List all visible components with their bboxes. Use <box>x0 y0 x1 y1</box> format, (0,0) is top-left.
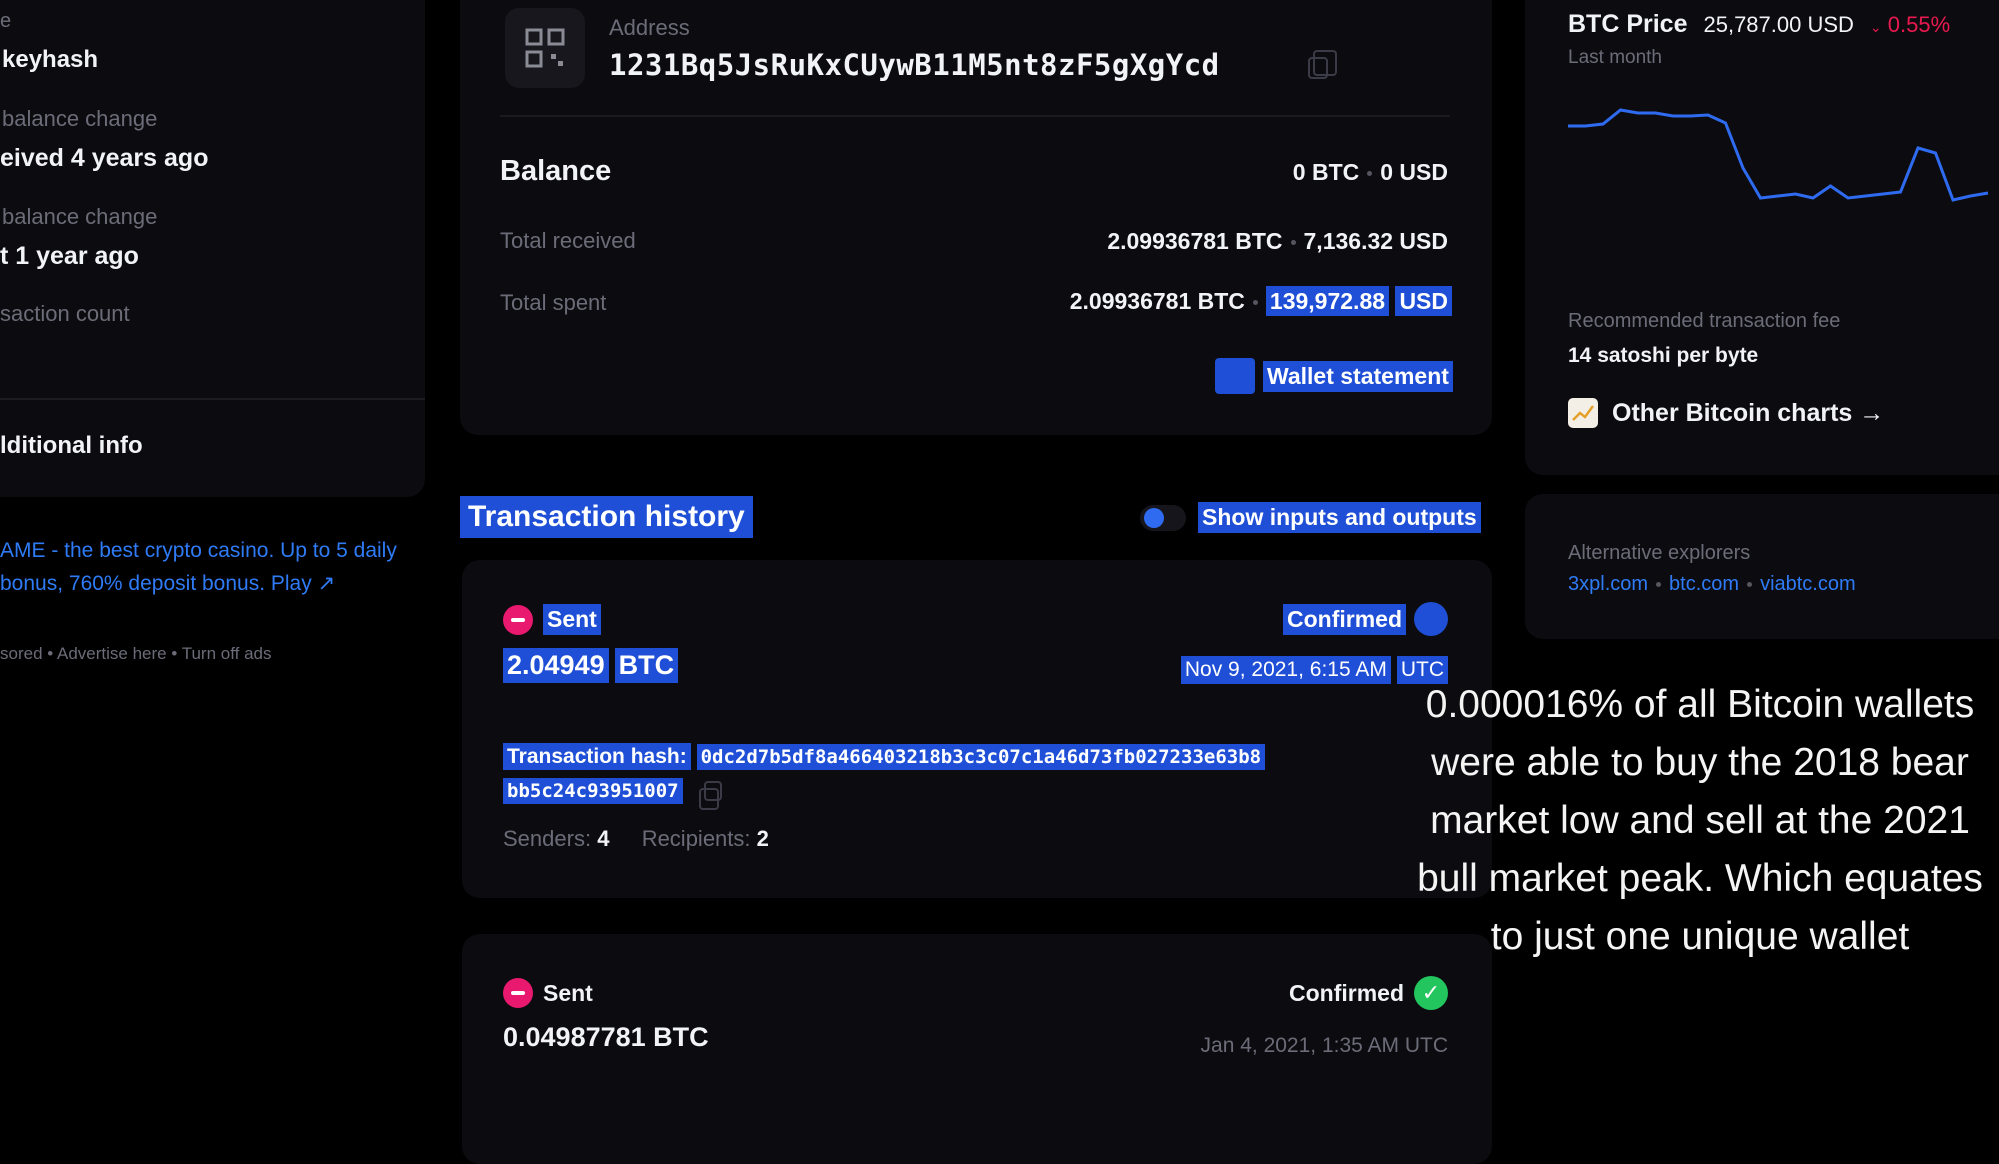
total-spent-btc: 2.09936781 BTC <box>1069 288 1245 314</box>
address-value: 1231Bq5JsRuKxCUywB11M5nt8zF5gXgYcd <box>609 48 1220 82</box>
tx-hash: Transaction hash: 0dc2d7b5df8a466403218b… <box>503 740 1403 811</box>
total-received-value: 2.09936781 BTC 7,136.32 USD <box>1107 228 1448 255</box>
tx-date-value: Nov 9, 2021, 6:15 AM <box>1180 656 1391 684</box>
price-series-line <box>1568 108 1989 202</box>
total-spent-value: 2.09936781 BTC 139,972.88 USD <box>1069 286 1452 316</box>
tx-status-label: Confirmed <box>1283 603 1406 635</box>
balance-title: Balance <box>500 155 612 187</box>
tx-hash-label: Transaction hash: <box>503 743 691 770</box>
tx-amount-unit: BTC <box>614 648 679 683</box>
recipients-label: Recipients: <box>641 826 751 851</box>
btc-price-header: BTC Price 25,787.00 USD ⌄ 0.55% <box>1568 10 1950 39</box>
tx-type-label: Sent <box>543 604 601 635</box>
chart-icon <box>1568 398 1598 428</box>
confirmed-check-icon <box>1414 602 1448 636</box>
external-link-icon[interactable]: ↗ <box>318 572 336 595</box>
total-spent-usd-unit: USD <box>1395 286 1452 316</box>
wallet-statement-button[interactable]: Wallet statement <box>1215 358 1453 394</box>
advertise-link[interactable]: Advertise here <box>57 644 167 663</box>
tx-type: Sent <box>503 604 601 635</box>
total-received-label: Total received <box>500 228 636 253</box>
transaction-history-label: Transaction history <box>468 500 745 533</box>
total-spent-usd-amount: 139,972.88 <box>1265 286 1390 316</box>
ad-text[interactable]: AME - the best crypto casino. Up to 5 da… <box>0 539 397 595</box>
transaction-count-label: saction count <box>0 301 130 326</box>
fee-value: 14 satoshi per byte <box>1568 344 1759 367</box>
hash-type-value: keyhash <box>2 46 99 73</box>
tx-hash-line2[interactable]: bb5c24c93951007 <box>503 778 683 804</box>
other-charts-link[interactable]: Other Bitcoin charts → <box>1568 398 1884 428</box>
first-balance-change-value: eived 4 years ago <box>0 144 209 172</box>
divider <box>500 115 1450 117</box>
balance-btc: 0 BTC <box>1292 159 1360 185</box>
btc-price-value: 25,787.00 USD <box>1703 12 1854 37</box>
toggle-knob <box>1144 507 1164 528</box>
show-inputs-outputs-label[interactable]: Show inputs and outputs <box>1198 502 1481 533</box>
left-top-fragment: e <box>0 10 12 32</box>
sent-minus-icon <box>503 604 533 635</box>
toggle-switch[interactable] <box>1140 504 1186 531</box>
tx-amount: 0.04987781 BTC <box>503 1022 709 1052</box>
additional-info-toggle[interactable]: lditional info <box>0 432 143 460</box>
last-balance-change-label: balance change <box>2 204 158 229</box>
caption-text: 0.000016% of all Bitcoin wallets were ab… <box>1417 683 1983 958</box>
first-balance-change-label: balance change <box>2 106 158 131</box>
chevron-down-icon: ⌄ <box>1869 19 1882 35</box>
balance-value: 0 BTC 0 USD <box>1293 159 1448 186</box>
balance-usd: 0 USD <box>1380 159 1448 185</box>
price-change: ⌄ 0.55% <box>1870 12 1950 38</box>
tx-date: Jan 4, 2021, 1:35 AM UTC <box>1200 1034 1448 1057</box>
tx-status: Confirmed <box>1283 602 1448 636</box>
copy-address-icon[interactable] <box>1308 50 1337 79</box>
sponsored-label: sored <box>0 644 43 663</box>
document-icon <box>1215 358 1255 394</box>
total-received-btc: 2.09936781 BTC <box>1107 228 1283 254</box>
explorer-link-viabtc[interactable]: viabtc.com <box>1760 573 1856 595</box>
price-line-chart <box>1568 108 1989 202</box>
tx-type: Sent <box>503 978 593 1008</box>
other-charts-label[interactable]: Other Bitcoin charts → <box>1612 399 1884 428</box>
confirmed-check-icon: ✓ <box>1414 976 1448 1010</box>
price-change-value: 0.55% <box>1887 12 1951 37</box>
total-spent-label: Total spent <box>500 290 607 315</box>
video-caption: 0.000016% of all Bitcoin wallets were ab… <box>1410 676 1990 966</box>
explorer-link-btc[interactable]: btc.com <box>1669 573 1739 595</box>
last-balance-change-value: t 1 year ago <box>0 242 139 270</box>
tx-amount-value: 2.04949 <box>503 648 609 683</box>
tx-date: Nov 9, 2021, 6:15 AM UTC <box>1180 656 1448 684</box>
btc-price-title: BTC Price <box>1568 10 1688 38</box>
total-received-usd: 7,136.32 USD <box>1303 228 1448 254</box>
sent-minus-icon <box>503 978 533 1008</box>
tx-type-label: Sent <box>543 979 593 1006</box>
wallet-statement-label[interactable]: Wallet statement <box>1263 360 1453 392</box>
senders-label: Senders: <box>503 826 592 851</box>
tx-counts: Senders: 4 Recipients: 2 <box>503 826 769 852</box>
explorers-label: Alternative explorers <box>1568 542 1751 564</box>
transaction-history-title: Transaction history <box>460 496 753 538</box>
ad-footer: sored • Advertise here • Turn off ads <box>0 644 272 663</box>
explorers-card <box>1525 494 1999 639</box>
senders-count: 4 <box>597 826 610 851</box>
divider <box>0 398 425 400</box>
show-inputs-outputs-toggle[interactable]: Show inputs and outputs <box>1140 502 1481 533</box>
qr-code-icon[interactable] <box>505 8 585 88</box>
address-label: Address <box>609 15 690 40</box>
copy-hash-icon[interactable] <box>699 781 723 811</box>
tx-status-label: Confirmed <box>1289 979 1404 1006</box>
tx-status: Confirmed ✓ <box>1289 976 1448 1010</box>
ad-banner[interactable]: AME - the best crypto casino. Up to 5 da… <box>0 534 415 600</box>
tx-hash-line1[interactable]: 0dc2d7b5df8a466403218b3c3c07c1a46d73fb02… <box>696 744 1266 770</box>
explorer-link-3xpl[interactable]: 3xpl.com <box>1568 573 1648 595</box>
turn-off-ads-link[interactable]: Turn off ads <box>182 644 272 663</box>
price-period: Last month <box>1568 47 1662 68</box>
explorer-links: 3xpl.com btc.com viabtc.com <box>1568 573 1856 596</box>
recipients-count: 2 <box>756 826 769 851</box>
tx-amount: 2.04949 BTC <box>503 648 679 683</box>
fee-label: Recommended transaction fee <box>1568 310 1841 332</box>
